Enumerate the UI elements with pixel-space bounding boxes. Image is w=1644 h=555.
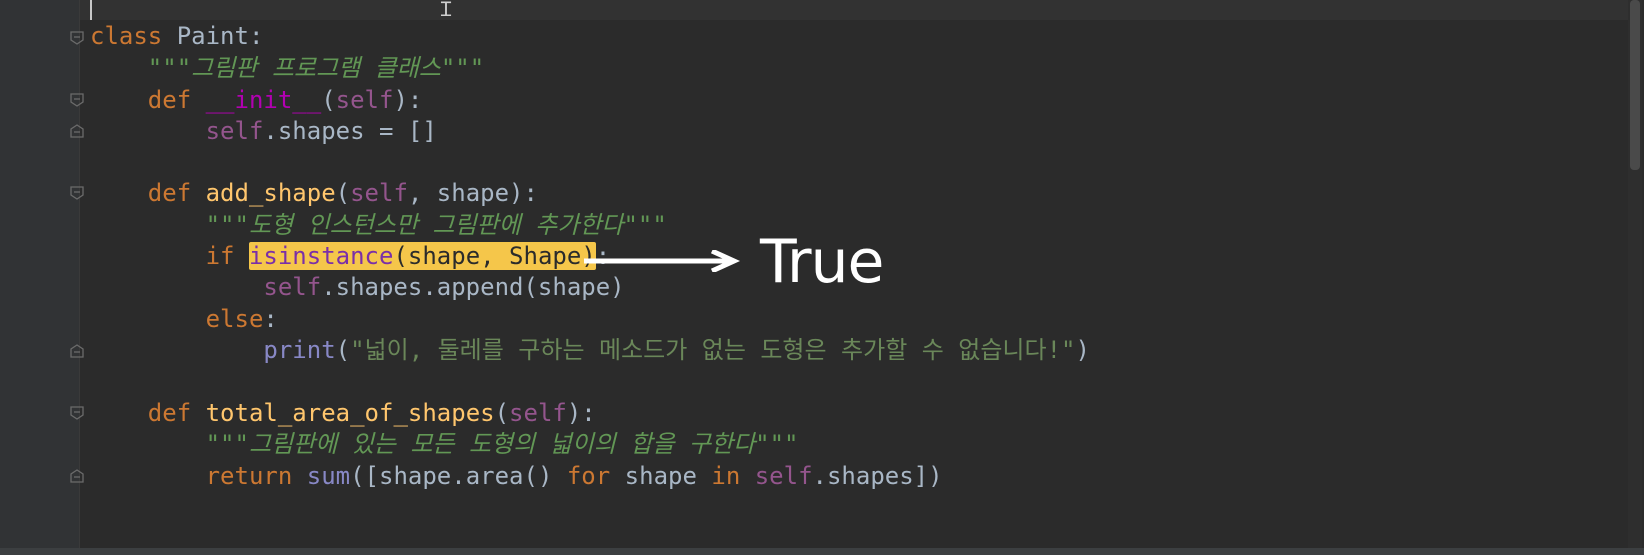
code-token: shape [610,462,712,490]
code-token: """그림판 프로그램 클래스""" [147,54,485,82]
fold-marker-icon[interactable] [69,468,85,484]
code-token: .shapes.append(shape) [321,273,625,301]
fold-marker-icon[interactable] [69,123,85,139]
code-token: .shapes = [] [263,117,437,145]
code-token: self [754,462,813,490]
code-token: Paint: [162,22,264,50]
code-token: ( [494,399,510,427]
code-token: self [509,399,567,427]
fold-marker-icon[interactable] [69,92,85,108]
code-line[interactable]: self.shapes.append(shape) [90,271,625,304]
code-editor[interactable]: Ｉ class Paint: """그림판 프로그램 클래스""" def __… [0,0,1644,555]
code-line[interactable]: """도형 인스턴스만 그림판에 추가한다""" [90,209,667,242]
code-line[interactable]: """그림판 프로그램 클래스""" [90,52,484,85]
code-token: in [711,462,741,490]
fold-marker-icon[interactable] [69,405,85,421]
code-token: ) [1075,336,1090,364]
highlighted-isinstance-call: isinstance(shape, Shape) [248,242,596,270]
fold-marker-icon[interactable] [69,185,85,201]
code-token: def [147,86,192,114]
code-token: print [263,336,336,364]
code-token: ): [566,399,596,427]
code-token: add_shape [205,179,336,207]
code-token: self [205,117,264,145]
line-gutter [0,0,80,555]
code-line[interactable]: if isinstance(shape, Shape): [90,240,610,273]
code-token: sum [306,462,351,490]
code-token: ( [321,86,336,114]
code-token: for [566,462,611,490]
fold-marker-icon[interactable] [69,30,85,46]
code-token: else [205,305,264,333]
code-token: "넓이, 둘레를 구하는 메소드가 없는 도형은 추가할 수 없습니다!" [350,336,1076,364]
code-line[interactable]: def total_area_of_shapes(self): [90,397,596,430]
text-caret [90,0,92,20]
code-token: .shapes]) [812,462,943,490]
code-line[interactable]: print("넓이, 둘레를 구하는 메소드가 없는 도형은 추가할 수 없습니… [90,334,1090,367]
annotation-true-label: True [760,227,884,297]
code-token: (shape, Shape) [393,242,596,270]
code-token: , shape): [407,179,538,207]
code-token: isinstance [248,242,394,270]
code-line[interactable]: def add_shape(self, shape): [90,177,538,210]
code-token: __init__ [205,86,322,114]
code-token: return [205,462,293,490]
code-token: ( [335,336,351,364]
code-token: """그림판에 있는 모든 도형의 넓이의 합을 구한다""" [205,430,799,458]
code-token: ([shape.area() [350,462,567,490]
right-arrow-icon [584,250,741,272]
code-token: : [263,305,278,333]
code-token: self [263,273,322,301]
code-token: self [335,86,394,114]
code-line[interactable]: self.shapes = [] [90,115,437,148]
code-token: def [147,399,192,427]
code-line[interactable]: else: [90,303,278,336]
code-token: ): [393,86,423,114]
code-line[interactable]: class Paint: [90,20,263,53]
code-token: total_area_of_shapes [205,399,495,427]
code-token: class [90,22,163,50]
current-line-highlight [80,0,1640,20]
editor-bottom-edge [0,548,1644,555]
code-line[interactable]: """그림판에 있는 모든 도형의 넓이의 합을 구한다""" [90,428,799,461]
fold-marker-icon[interactable] [69,343,85,359]
code-token: self [350,179,408,207]
code-token: def [147,179,192,207]
code-line[interactable]: def __init__(self): [90,84,423,117]
code-token: if [205,242,235,270]
vertical-scrollbar-thumb[interactable] [1630,0,1640,170]
code-token: """도형 인스턴스만 그림판에 추가한다""" [205,211,667,239]
ibeam-cursor-icon: Ｉ [436,0,456,21]
code-line[interactable]: return sum([shape.area() for shape in se… [90,460,943,493]
code-token: ( [335,179,351,207]
